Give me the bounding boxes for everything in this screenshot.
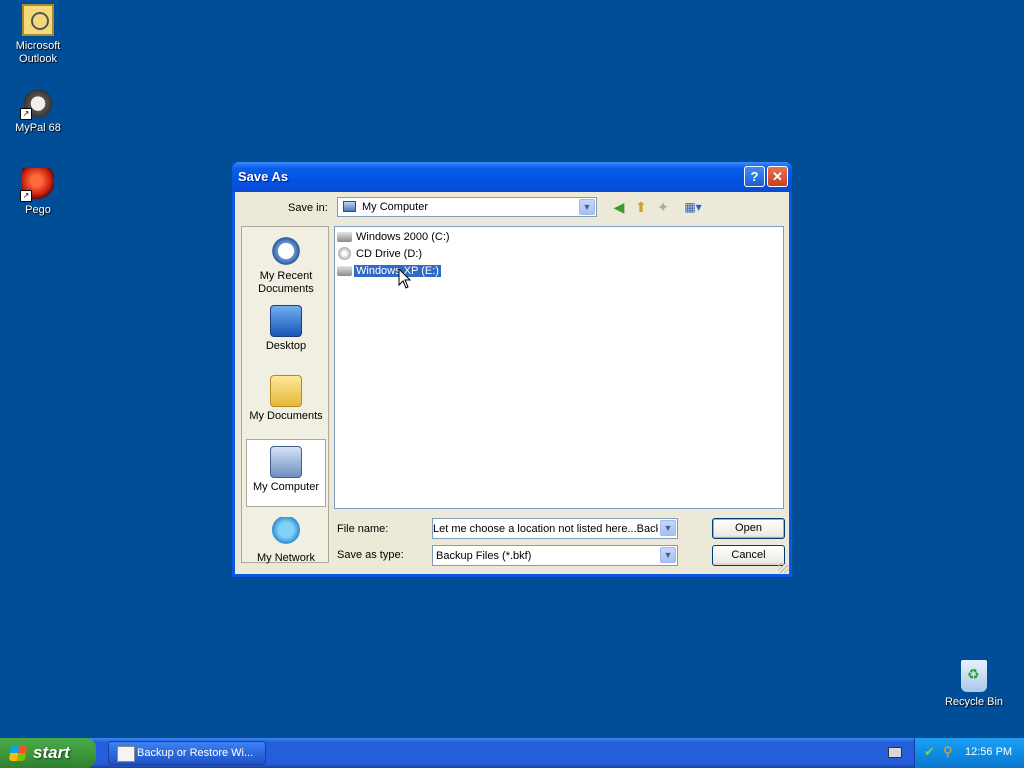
desktop-icon (270, 305, 302, 337)
my-network-icon (270, 517, 302, 549)
desktop-icon-label: Pego (25, 204, 51, 216)
place-my-network[interactable]: My Network (246, 517, 326, 565)
mypal-icon: ↗ (20, 86, 54, 120)
clock[interactable]: 12:56 PM (965, 746, 1012, 758)
windows-logo-icon (8, 745, 28, 761)
file-name-label: File name: (337, 523, 389, 535)
place-label: My Computer (252, 481, 320, 493)
my-computer-icon (270, 446, 302, 478)
start-button[interactable]: start (0, 738, 96, 768)
place-my-recent-documents[interactable]: My Recent Documents (246, 235, 326, 296)
file-name-field[interactable]: Let me choose a location not listed here… (432, 518, 678, 539)
chevron-down-icon[interactable]: ▼ (660, 547, 676, 563)
recent-documents-icon (270, 235, 302, 267)
desktop-icon-outlook[interactable]: Microsoft Outlook (0, 4, 76, 66)
hard-drive-icon (337, 232, 352, 242)
desktop-icon-label: Recycle Bin (944, 696, 1004, 708)
outlook-icon (22, 4, 54, 36)
search-icon[interactable]: ⚲ (943, 745, 957, 759)
open-button[interactable]: Open (712, 518, 785, 539)
place-label: Desktop (265, 340, 307, 352)
place-label: My Documents (249, 410, 323, 422)
close-button[interactable]: ✕ (767, 166, 788, 187)
system-tray: ✔ ⚲ 12:56 PM (914, 738, 1024, 768)
network-icon[interactable]: ✔ (924, 745, 938, 759)
mouse-cursor-icon (398, 268, 411, 289)
list-item[interactable]: CD Drive (D:) (337, 246, 424, 262)
desktop-icon-recycle-bin[interactable]: ♻ Recycle Bin (936, 660, 1012, 709)
chevron-down-icon[interactable]: ▼ (579, 199, 595, 215)
title-bar[interactable]: Save As ? ✕ (232, 162, 792, 192)
pego-icon: ↗ (20, 168, 54, 202)
place-label: My Network (256, 552, 316, 564)
list-item-label: CD Drive (D:) (356, 248, 422, 260)
view-menu-icon[interactable]: ▦▾ (680, 198, 706, 216)
desktop-icon-label: Microsoft Outlook (15, 40, 61, 65)
desktop-icon-mypal[interactable]: ↗ MyPal 68 (0, 86, 76, 135)
save-in-dropdown[interactable]: My Computer ▼ (337, 197, 597, 217)
place-my-computer[interactable]: My Computer (246, 439, 326, 507)
save-as-type-label: Save as type: (337, 549, 404, 561)
hard-drive-icon (337, 266, 352, 276)
start-label: start (33, 743, 70, 762)
back-icon[interactable]: ◀ (610, 198, 628, 216)
taskbar: start Backup or Restore Wi... ✔ ⚲ 12:56 … (0, 738, 1024, 768)
place-label: My Recent Documents (258, 270, 314, 295)
taskbar-item-backup[interactable]: Backup or Restore Wi... (108, 741, 266, 765)
cd-drive-icon (338, 247, 351, 260)
help-button[interactable]: ? (744, 166, 765, 187)
chevron-down-icon[interactable]: ▼ (660, 520, 676, 536)
save-in-label: Save in: (288, 202, 328, 214)
dialog-title: Save As (238, 169, 289, 184)
taskbar-item-label: Backup or Restore Wi... (137, 747, 254, 759)
new-folder-icon[interactable]: ✦ (654, 198, 672, 216)
place-my-documents[interactable]: My Documents (246, 375, 326, 423)
desktop-icon-pego[interactable]: ↗ Pego (0, 168, 76, 217)
resize-grip[interactable] (778, 563, 788, 573)
list-item-label: Windows 2000 (C:) (356, 231, 450, 243)
save-as-type-value: Backup Files (*.bkf) (436, 550, 532, 562)
save-in-value: My Computer (362, 201, 429, 213)
cancel-button[interactable]: Cancel (712, 545, 785, 566)
recycle-bin-icon: ♻ (961, 660, 987, 692)
desktop-icon-label: MyPal 68 (15, 122, 61, 134)
up-folder-icon[interactable]: ⬆ (632, 198, 650, 216)
save-as-type-dropdown[interactable]: Backup Files (*.bkf) ▼ (432, 545, 678, 566)
places-bar: My Recent Documents Desktop My Documents… (241, 226, 329, 565)
file-name-value: Let me choose a location not listed here… (433, 523, 658, 535)
my-documents-icon (270, 375, 302, 407)
my-computer-icon (343, 201, 356, 212)
backup-icon (117, 746, 135, 762)
list-item[interactable]: Windows XP (E:) (337, 263, 442, 279)
list-item[interactable]: Windows 2000 (C:) (337, 229, 452, 245)
place-desktop[interactable]: Desktop (246, 305, 326, 353)
save-as-dialog: Save As ? ✕ Save in: My Computer ▼ ◀ ⬆ ✦… (232, 162, 792, 577)
keyboard-icon[interactable] (888, 747, 902, 758)
